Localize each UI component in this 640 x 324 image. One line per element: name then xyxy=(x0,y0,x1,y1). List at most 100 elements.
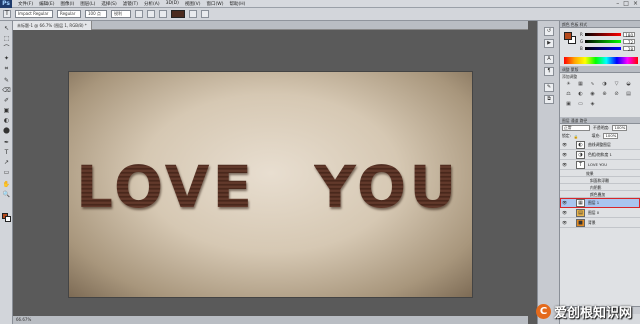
brush-panel-icon[interactable]: ✎ xyxy=(544,83,554,92)
menu-analysis[interactable]: 分析(A) xyxy=(144,1,160,7)
adjustments-panel-tabs[interactable]: 调整 蒙版 xyxy=(560,66,640,73)
maximize-icon[interactable]: □ xyxy=(623,0,629,8)
effect-inner-shadow-row[interactable]: 内阴影 xyxy=(560,184,640,191)
shape-tool-icon[interactable]: ▭ xyxy=(2,169,11,177)
background-color-swatch[interactable] xyxy=(5,216,11,222)
eye-icon[interactable]: 👁 xyxy=(562,152,567,158)
text-tool-preset-icon[interactable]: T xyxy=(3,10,11,18)
align-center-icon[interactable] xyxy=(147,10,155,18)
eraser-tool-icon[interactable]: ⌫ xyxy=(2,87,11,95)
eye-icon[interactable]: 👁 xyxy=(562,142,567,148)
crop-tool-icon[interactable]: ⌗ xyxy=(2,65,11,73)
magic-wand-tool-icon[interactable]: ✦ xyxy=(2,55,11,63)
burn-tool-icon[interactable]: ◐ xyxy=(2,117,11,125)
align-left-icon[interactable] xyxy=(135,10,143,18)
font-family-select[interactable]: Impact Regular xyxy=(15,10,53,18)
menu-edit[interactable]: 编辑(E) xyxy=(39,1,54,7)
layer-row-selected[interactable]: 👁 ▦ 图层 1 xyxy=(560,198,640,208)
brush-tool-icon[interactable]: ✐ xyxy=(2,97,11,105)
antialias-select[interactable]: 锐利 xyxy=(111,10,131,18)
document-tab[interactable]: 未标题-1 @ 66.7% (图层 1, RGB/8) * xyxy=(13,21,92,30)
eye-icon[interactable]: 👁 xyxy=(562,162,567,168)
hand-tool-icon[interactable]: ✋ xyxy=(2,181,11,189)
warp-text-icon[interactable] xyxy=(189,10,197,18)
blue-value-field[interactable]: 28 xyxy=(623,46,635,52)
align-right-icon[interactable] xyxy=(159,10,167,18)
menu-layer[interactable]: 图层(L) xyxy=(80,1,95,7)
layer-row-curves[interactable]: 👁 ◐ 曲线调整图层 xyxy=(560,140,640,150)
type-tool-icon[interactable]: T xyxy=(2,149,11,157)
eye-icon[interactable]: 👁 xyxy=(562,210,567,216)
exposure-icon[interactable]: ◑ xyxy=(600,81,609,88)
channel-mixer-icon[interactable]: ⊕ xyxy=(600,91,609,98)
menu-bar: Ps 文件(F) 编辑(E) 图像(I) 图层(L) 选择(S) 滤镜(T) 分… xyxy=(0,0,640,8)
character-panel-icon[interactable]: A xyxy=(544,55,554,64)
menu-file[interactable]: 文件(F) xyxy=(18,1,33,7)
paragraph-panel-icon[interactable]: ¶ xyxy=(544,67,554,76)
character-panel-icon[interactable] xyxy=(201,10,209,18)
path-selection-tool-icon[interactable]: ↗ xyxy=(2,159,11,167)
font-size-select[interactable]: 100 点 xyxy=(85,10,107,18)
layer-row-hue-saturation[interactable]: 👁 ◑ 色相/饱和度 1 xyxy=(560,150,640,160)
fill-field[interactable]: 100% xyxy=(603,133,619,139)
panel-dock: 颜色 色板 样式 R 180 G 72 B 28 调整 蒙版 添加调整 ☀ ▦ … xyxy=(559,21,640,324)
color-spectrum-bar[interactable] xyxy=(564,57,638,64)
minimize-icon[interactable]: – xyxy=(616,0,619,8)
menu-help[interactable]: 帮助(H) xyxy=(229,1,245,7)
blue-slider[interactable]: B 28 xyxy=(580,46,638,52)
text-color-swatch[interactable] xyxy=(171,10,185,18)
red-slider[interactable]: R 180 xyxy=(580,32,638,38)
layer-row-texture[interactable]: 👁 ▤ 图层 0 xyxy=(560,208,640,218)
pen-tool-icon[interactable]: ✒ xyxy=(2,139,11,147)
menu-filter[interactable]: 滤镜(T) xyxy=(123,1,138,7)
document-canvas[interactable]: LOVE YOU xyxy=(69,72,472,297)
close-icon[interactable]: × xyxy=(633,0,638,8)
color-balance-icon[interactable]: ⚖ xyxy=(564,91,573,98)
clone-source-panel-icon[interactable]: ⧉ xyxy=(544,95,554,104)
eye-icon[interactable]: 👁 xyxy=(562,220,567,226)
vibrance-icon[interactable]: ▽ xyxy=(612,81,621,88)
lock-icon[interactable]: 🔒 xyxy=(574,134,579,139)
history-panel-icon[interactable]: ↺ xyxy=(544,27,554,36)
layer-row-text[interactable]: 👁 T LOVE YOU xyxy=(560,160,640,170)
blend-mode-select[interactable]: 正常 xyxy=(562,125,590,131)
menu-view[interactable]: 视图(V) xyxy=(185,1,201,7)
curves-icon[interactable]: ∿ xyxy=(588,81,597,88)
layer-row-background[interactable]: 👁 ■ 背景 xyxy=(560,218,640,228)
opacity-field[interactable]: 100% xyxy=(612,125,628,131)
marquee-tool-icon[interactable]: ⬚ xyxy=(2,35,11,43)
effect-bevel-row[interactable]: 斜面和浮雕 xyxy=(560,177,640,184)
layer-thumbnail: ▦ xyxy=(576,199,585,207)
black-white-icon[interactable]: ◐ xyxy=(576,91,585,98)
sharpen-tool-icon[interactable]: ⬤ xyxy=(2,127,11,135)
panel-foreground-color[interactable] xyxy=(564,32,572,40)
effect-color-overlay-row[interactable]: 颜色叠加 xyxy=(560,191,640,198)
healing-brush-tool-icon[interactable]: ✎ xyxy=(2,77,11,85)
font-style-select[interactable]: Regular xyxy=(57,10,81,18)
posterize-icon[interactable]: ▤ xyxy=(624,91,633,98)
threshold-icon[interactable]: ▣ xyxy=(564,101,573,108)
selective-color-icon[interactable]: ◈ xyxy=(588,101,597,108)
gradient-tool-icon[interactable]: ▣ xyxy=(2,107,11,115)
levels-icon[interactable]: ▦ xyxy=(576,81,585,88)
eye-icon[interactable]: 👁 xyxy=(562,200,567,206)
brightness-icon[interactable]: ☀ xyxy=(564,81,573,88)
effects-row[interactable]: 效果 xyxy=(560,170,640,177)
photo-filter-icon[interactable]: ◉ xyxy=(588,91,597,98)
lasso-tool-icon[interactable]: ⌒ xyxy=(2,45,11,53)
green-value-field[interactable]: 72 xyxy=(623,39,635,45)
menu-window[interactable]: 窗口(W) xyxy=(206,1,223,7)
color-panel-tabs[interactable]: 颜色 色板 样式 xyxy=(560,21,640,28)
actions-panel-icon[interactable]: ▶ xyxy=(544,39,554,48)
menu-image[interactable]: 图像(I) xyxy=(60,1,74,7)
zoom-tool-icon[interactable]: 🔍 xyxy=(2,191,11,199)
layers-panel-tabs[interactable]: 图层 通道 路径 xyxy=(560,117,640,124)
move-tool-icon[interactable]: ↖ xyxy=(2,25,11,33)
menu-select[interactable]: 选择(S) xyxy=(101,1,116,7)
gradient-map-icon[interactable]: ▭ xyxy=(576,101,585,108)
menu-3d[interactable]: 3D(D) xyxy=(166,1,179,6)
red-value-field[interactable]: 180 xyxy=(623,32,635,38)
invert-icon[interactable]: ⊘ xyxy=(612,91,621,98)
green-slider[interactable]: G 72 xyxy=(580,39,638,45)
hue-saturation-icon[interactable]: ◒ xyxy=(624,81,633,88)
